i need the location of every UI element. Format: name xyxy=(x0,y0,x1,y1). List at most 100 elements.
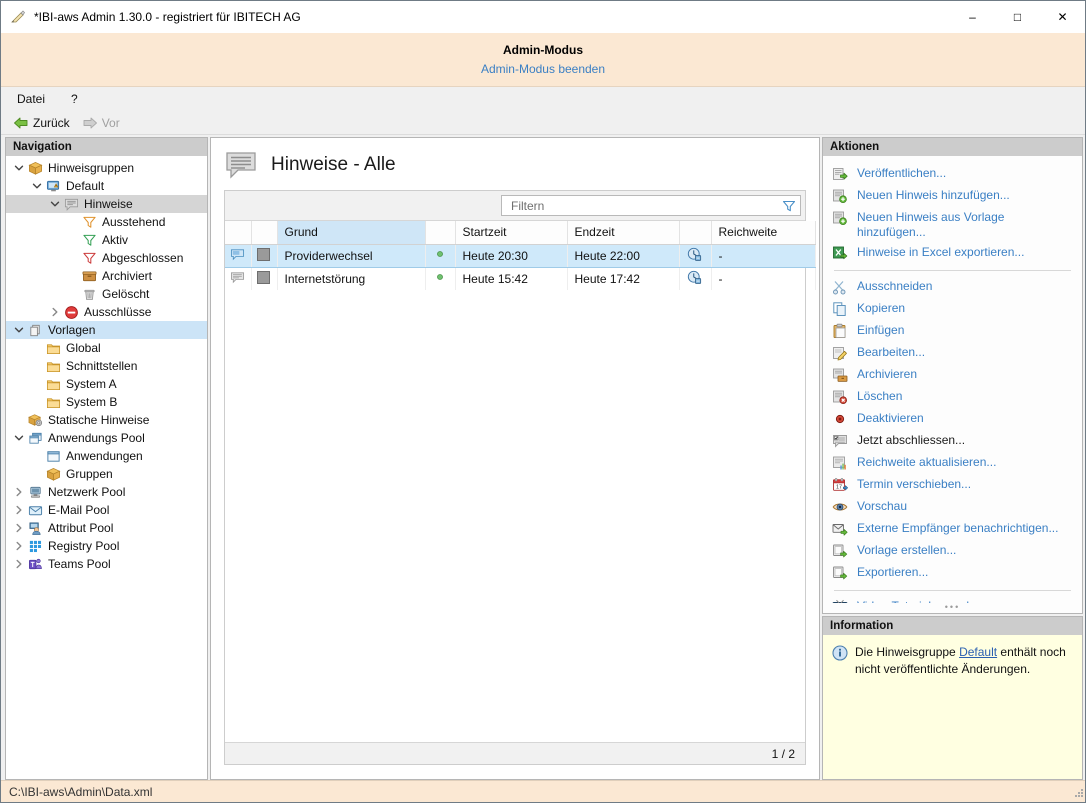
action-neuen-hinweis-aus-vorlage-hinzufügen[interactable]: Neuen Hinweis aus Vorlage hinzufügen... xyxy=(823,207,1082,242)
action-neuen-hinweis-hinzufügen[interactable]: Neuen Hinweis hinzufügen... xyxy=(823,185,1082,207)
nav-item-netzwerk-pool[interactable]: Netzwerk Pool xyxy=(6,483,207,501)
folder-icon xyxy=(44,376,62,392)
minimize-button[interactable]: – xyxy=(950,1,995,33)
action-termin-verschieben[interactable]: 17 Termin verschieben... xyxy=(823,474,1082,496)
column-header-type[interactable] xyxy=(225,221,252,245)
column-header-reichweite[interactable]: Reichweite xyxy=(711,221,816,245)
table-row[interactable]: Providerwechsel Heute 20:30 Heute 22:00 - xyxy=(225,243,816,268)
tree-twisty-right-icon[interactable] xyxy=(48,303,62,321)
nav-item-label: Archiviert xyxy=(102,269,153,283)
navigation-tree[interactable]: Hinweisgruppen Default Hinweise Ausstehend A… xyxy=(6,156,207,779)
tree-twisty-right-icon[interactable] xyxy=(12,519,26,537)
action-löschen[interactable]: Löschen xyxy=(823,386,1082,408)
tree-twisty-down-icon[interactable] xyxy=(48,195,62,213)
tree-twisty-down-icon[interactable] xyxy=(30,177,44,195)
action-einfügen[interactable]: Einfügen xyxy=(823,320,1082,342)
nav-item-vorlagen[interactable]: Vorlagen xyxy=(6,321,207,339)
tree-twisty-none-icon[interactable] xyxy=(30,393,44,411)
tree-twisty-down-icon[interactable] xyxy=(12,159,26,177)
column-header-color[interactable] xyxy=(251,221,278,245)
tree-twisty-none-icon[interactable] xyxy=(30,375,44,393)
action-vorschau[interactable]: Vorschau xyxy=(823,496,1082,518)
action-jetzt-abschliessen[interactable]: Jetzt abschliessen... xyxy=(823,430,1082,452)
nav-item-anwendungen[interactable]: Anwendungen xyxy=(6,447,207,465)
tree-twisty-right-icon[interactable] xyxy=(12,555,26,573)
tree-twisty-down-icon[interactable] xyxy=(12,321,26,339)
tree-twisty-right-icon[interactable] xyxy=(12,537,26,555)
action-kopieren[interactable]: Kopieren xyxy=(823,298,1082,320)
nav-item-default[interactable]: Default xyxy=(6,177,207,195)
maximize-button[interactable]: □ xyxy=(995,1,1040,33)
nav-item-system-a[interactable]: System A xyxy=(6,375,207,393)
table-row[interactable]: Internetstörung Heute 15:42 Heute 17:42 - xyxy=(225,267,816,290)
tree-twisty-none-icon[interactable] xyxy=(66,249,80,267)
action-ausschneiden[interactable]: Ausschneiden xyxy=(823,276,1082,298)
tree-twisty-none-icon[interactable] xyxy=(30,357,44,375)
action-bearbeiten[interactable]: Bearbeiten... xyxy=(823,342,1082,364)
tree-twisty-none-icon[interactable] xyxy=(12,411,26,429)
back-button[interactable]: Zurück xyxy=(9,115,74,131)
admin-mode-exit-link[interactable]: Admin-Modus beenden xyxy=(481,60,605,78)
nav-item-hinweise[interactable]: Hinweise xyxy=(6,195,207,213)
tree-twisty-none-icon[interactable] xyxy=(66,231,80,249)
resize-grip-icon[interactable] xyxy=(1072,787,1084,799)
panel-resize-grip[interactable]: ••• xyxy=(823,603,1082,613)
network-icon xyxy=(26,484,44,500)
column-header-grund[interactable]: Grund xyxy=(277,221,426,245)
tree-twisty-none-icon[interactable] xyxy=(30,465,44,483)
tree-twisty-none-icon[interactable] xyxy=(66,213,80,231)
actions-separator xyxy=(834,270,1071,271)
tree-twisty-none-icon[interactable] xyxy=(30,447,44,465)
row-color-swatch-cell xyxy=(251,267,278,290)
nav-item-global[interactable]: Global xyxy=(6,339,207,357)
action-externe-empfänger-benachrichtigen[interactable]: Externe Empfänger benachrichtigen... xyxy=(823,518,1082,540)
nav-item-ausstehend[interactable]: Ausstehend xyxy=(6,213,207,231)
tree-twisty-right-icon[interactable] xyxy=(12,501,26,519)
nav-item-abgeschlossen[interactable]: Abgeschlossen xyxy=(6,249,207,267)
action-hinweise-in-excel-exportieren[interactable]: Hinweise in Excel exportieren... xyxy=(823,242,1082,264)
menu-item-datei[interactable]: Datei xyxy=(13,90,49,108)
nav-item-gelöscht[interactable]: Gelöscht xyxy=(6,285,207,303)
filter-input[interactable] xyxy=(509,197,782,214)
nav-item-anwendungs-pool[interactable]: Anwendungs Pool xyxy=(6,429,207,447)
tree-twisty-none-icon[interactable] xyxy=(30,339,44,357)
tree-twisty-down-icon[interactable] xyxy=(12,429,26,447)
tree-twisty-right-icon[interactable] xyxy=(12,483,26,501)
info-group-link[interactable]: Default xyxy=(959,645,997,659)
close-button[interactable]: ✕ xyxy=(1040,1,1085,33)
nav-item-e-mail-pool[interactable]: E-Mail Pool xyxy=(6,501,207,519)
filter-box[interactable] xyxy=(501,195,801,216)
column-header-recur[interactable] xyxy=(679,221,712,245)
menu-item-help[interactable]: ? xyxy=(67,90,82,108)
nav-item-ausschlüsse[interactable]: Ausschlüsse xyxy=(6,303,207,321)
nav-item-registry-pool[interactable]: Registry Pool xyxy=(6,537,207,555)
information-header: Information xyxy=(823,617,1082,635)
tree-twisty-none-icon[interactable] xyxy=(66,267,80,285)
action-vorlage-erstellen[interactable]: Vorlage erstellen... xyxy=(823,540,1082,562)
action-exportieren[interactable]: Exportieren... xyxy=(823,562,1082,584)
action-deaktivieren[interactable]: Deaktivieren xyxy=(823,408,1082,430)
nav-item-statische-hinweise[interactable]: Statische Hinweise xyxy=(6,411,207,429)
nav-item-teams-pool[interactable]: Teams Pool xyxy=(6,555,207,573)
column-header-status[interactable] xyxy=(425,221,456,245)
nav-item-label: E-Mail Pool xyxy=(48,503,110,517)
nav-item-system-b[interactable]: System B xyxy=(6,393,207,411)
nav-item-hinweisgruppen[interactable]: Hinweisgruppen xyxy=(6,159,207,177)
action-reichweite-aktualisieren[interactable]: Reichweite aktualisieren... xyxy=(823,452,1082,474)
actions-list[interactable]: Veröffentlichen... Neuen Hinweis hinzufüg… xyxy=(823,156,1082,603)
funnel-icon[interactable] xyxy=(782,199,796,213)
nav-item-aktiv[interactable]: Aktiv xyxy=(6,231,207,249)
column-header-endzeit[interactable]: Endzeit xyxy=(567,221,680,245)
tree-twisty-none-icon[interactable] xyxy=(66,285,80,303)
nav-item-archiviert[interactable]: Archiviert xyxy=(6,267,207,285)
arrow-left-icon xyxy=(13,116,29,130)
column-header-startzeit[interactable]: Startzeit xyxy=(455,221,568,245)
column-header-label: Endzeit xyxy=(574,225,615,240)
action-veröffentlichen[interactable]: Veröffentlichen... xyxy=(823,163,1082,185)
action-archivieren[interactable]: Archivieren xyxy=(823,364,1082,386)
nav-item-gruppen[interactable]: Gruppen xyxy=(6,465,207,483)
nav-item-attribut-pool[interactable]: Attribut Pool xyxy=(6,519,207,537)
forward-button[interactable]: Vor xyxy=(78,115,124,131)
nav-item-schnittstellen[interactable]: Schnittstellen xyxy=(6,357,207,375)
funnel-orange-icon xyxy=(80,214,98,230)
